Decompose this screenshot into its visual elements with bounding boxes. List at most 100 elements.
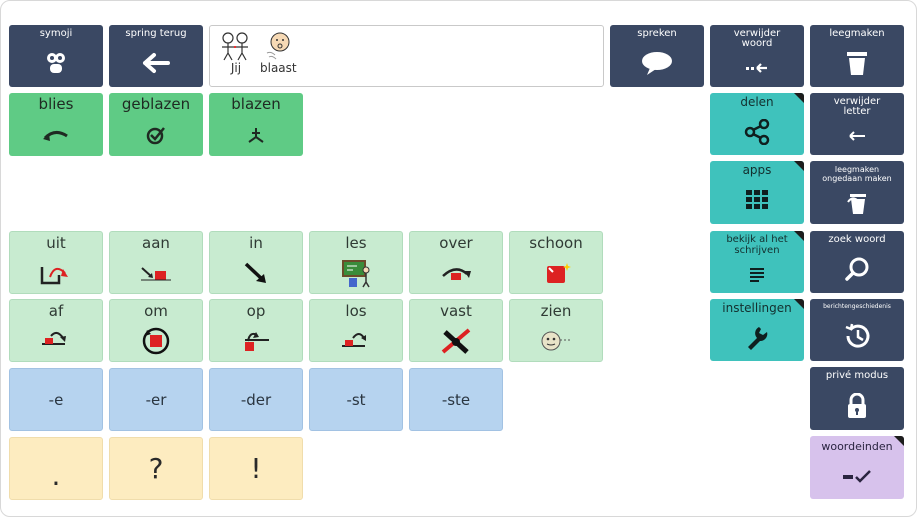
over-arrow-icon [410,252,502,293]
share-button[interactable]: delen [710,93,804,155]
word-endings-button[interactable]: woordeinden [810,436,904,499]
trash-icon [810,39,904,87]
grid-icon [746,176,768,224]
particle-in[interactable]: in [209,231,303,294]
check-circle-icon [109,113,203,156]
word-label: vast [440,302,472,320]
seeing-face-icon [510,320,602,361]
loose-arrow-icon [310,320,402,361]
particle-om[interactable]: om [109,299,203,362]
share-icon [744,108,770,155]
off-arrow-icon [10,320,102,361]
symoji-button[interactable]: symoji [9,25,103,87]
word-label: blazen [231,95,281,113]
suffix-label: -e [48,390,64,409]
speech-bubble-icon [610,39,704,87]
message-history-button[interactable]: berichtengeschiedenis [810,299,904,361]
private-mode-button[interactable]: privé modus [810,367,904,430]
word-label: zien [540,302,572,320]
back-button[interactable]: spring terug [109,25,203,87]
delete-letter-button[interactable]: verwijder letter [810,93,904,155]
verb-form-geblazen[interactable]: geblazen [109,93,203,156]
view-all-writing-button[interactable]: bekijk al het schrijven [710,231,804,293]
back-label: spring terug [125,28,187,39]
lock-icon [810,381,904,430]
symoji-icon [9,39,103,87]
verb-form-blies[interactable]: blies [9,93,103,156]
particle-los[interactable]: los [309,299,403,362]
delete-word-button[interactable]: verwijder woord [710,25,804,87]
past-arrow-icon [9,113,103,156]
word-label: schoon [529,234,583,252]
word-label: blies [38,95,74,113]
verb-form-blazen[interactable]: blazen [209,93,303,156]
suffix-label: -st [346,390,366,409]
suffix-e[interactable]: -e [9,368,103,431]
undo-clear-button[interactable]: leegmaken ongedaan maken [810,161,904,224]
particle-schoon[interactable]: schoon [509,231,603,294]
word-label: over [439,234,473,252]
clean-shine-icon [510,252,602,293]
particle-zien[interactable]: zien [509,299,603,362]
punct-label: ? [148,452,164,485]
word-label: uit [46,234,66,252]
wrench-icon [745,314,769,361]
suffix-der[interactable]: -der [209,368,303,431]
delete-letter-label: verwijder letter [833,96,881,117]
particle-af[interactable]: af [9,299,103,362]
stuck-icon [410,320,502,361]
blow-face-icon [267,32,290,60]
private-mode-label: privé modus [825,370,889,381]
settings-button[interactable]: instellingen [710,299,804,361]
arrow-left-small-icon [810,117,904,155]
lesson-board-icon [310,252,402,293]
share-label: delen [740,95,774,109]
search-icon [810,245,904,293]
exclamation-mark-button[interactable]: ! [209,437,303,500]
suffix-ste[interactable]: -ste [409,368,503,431]
word-label: af [48,302,64,320]
sentence-word-2[interactable]: blaast [260,31,297,75]
history-icon [810,310,904,361]
particle-vast[interactable]: vast [409,299,503,362]
suffix-label: -ste [441,390,471,409]
particle-over[interactable]: over [409,231,503,294]
document-icon [750,256,764,293]
arrow-left-icon [109,39,203,87]
symoji-label: symoji [39,28,73,39]
sentence-word-1[interactable]: Jij [218,31,254,75]
particle-aan[interactable]: aan [109,231,203,294]
search-word-button[interactable]: zoek woord [810,231,904,293]
person-pair-icon [222,32,248,61]
suffix-er[interactable]: -er [109,368,203,431]
word-label: les [345,234,367,252]
particle-les[interactable]: les [309,231,403,294]
out-arrow-icon [10,252,102,293]
suffix-label: -der [240,390,272,409]
speak-label: spreken [637,28,677,39]
word-endings-label: woordeinden [821,440,893,453]
apps-button[interactable]: apps [710,161,804,224]
particle-uit[interactable]: uit [9,231,103,294]
dash-check-icon [842,453,872,499]
message-history-label: berichtengeschiedenis [823,303,891,310]
delete-word-label: verwijder woord [733,28,781,49]
question-mark-button[interactable]: ? [109,437,203,500]
word-label: om [144,302,168,320]
settings-label: instellingen [722,301,792,315]
infinitive-icon [209,113,303,156]
particle-op[interactable]: op [209,299,303,362]
undo-clear-label: leegmaken ongedaan maken [822,165,892,183]
speak-button[interactable]: spreken [610,25,704,87]
word-label: aan [142,234,170,252]
word-label: op [246,302,266,320]
period-button[interactable]: . [9,437,103,500]
around-icon [110,320,202,361]
punct-label: . [51,459,61,492]
sentence-bar[interactable]: Jij blaast [209,25,604,87]
trash-undo-icon [810,183,904,224]
sentence-word-label: Jij [230,61,242,75]
suffix-label: -er [145,390,167,409]
suffix-st[interactable]: -st [309,368,403,431]
clear-button[interactable]: leegmaken [810,25,904,87]
